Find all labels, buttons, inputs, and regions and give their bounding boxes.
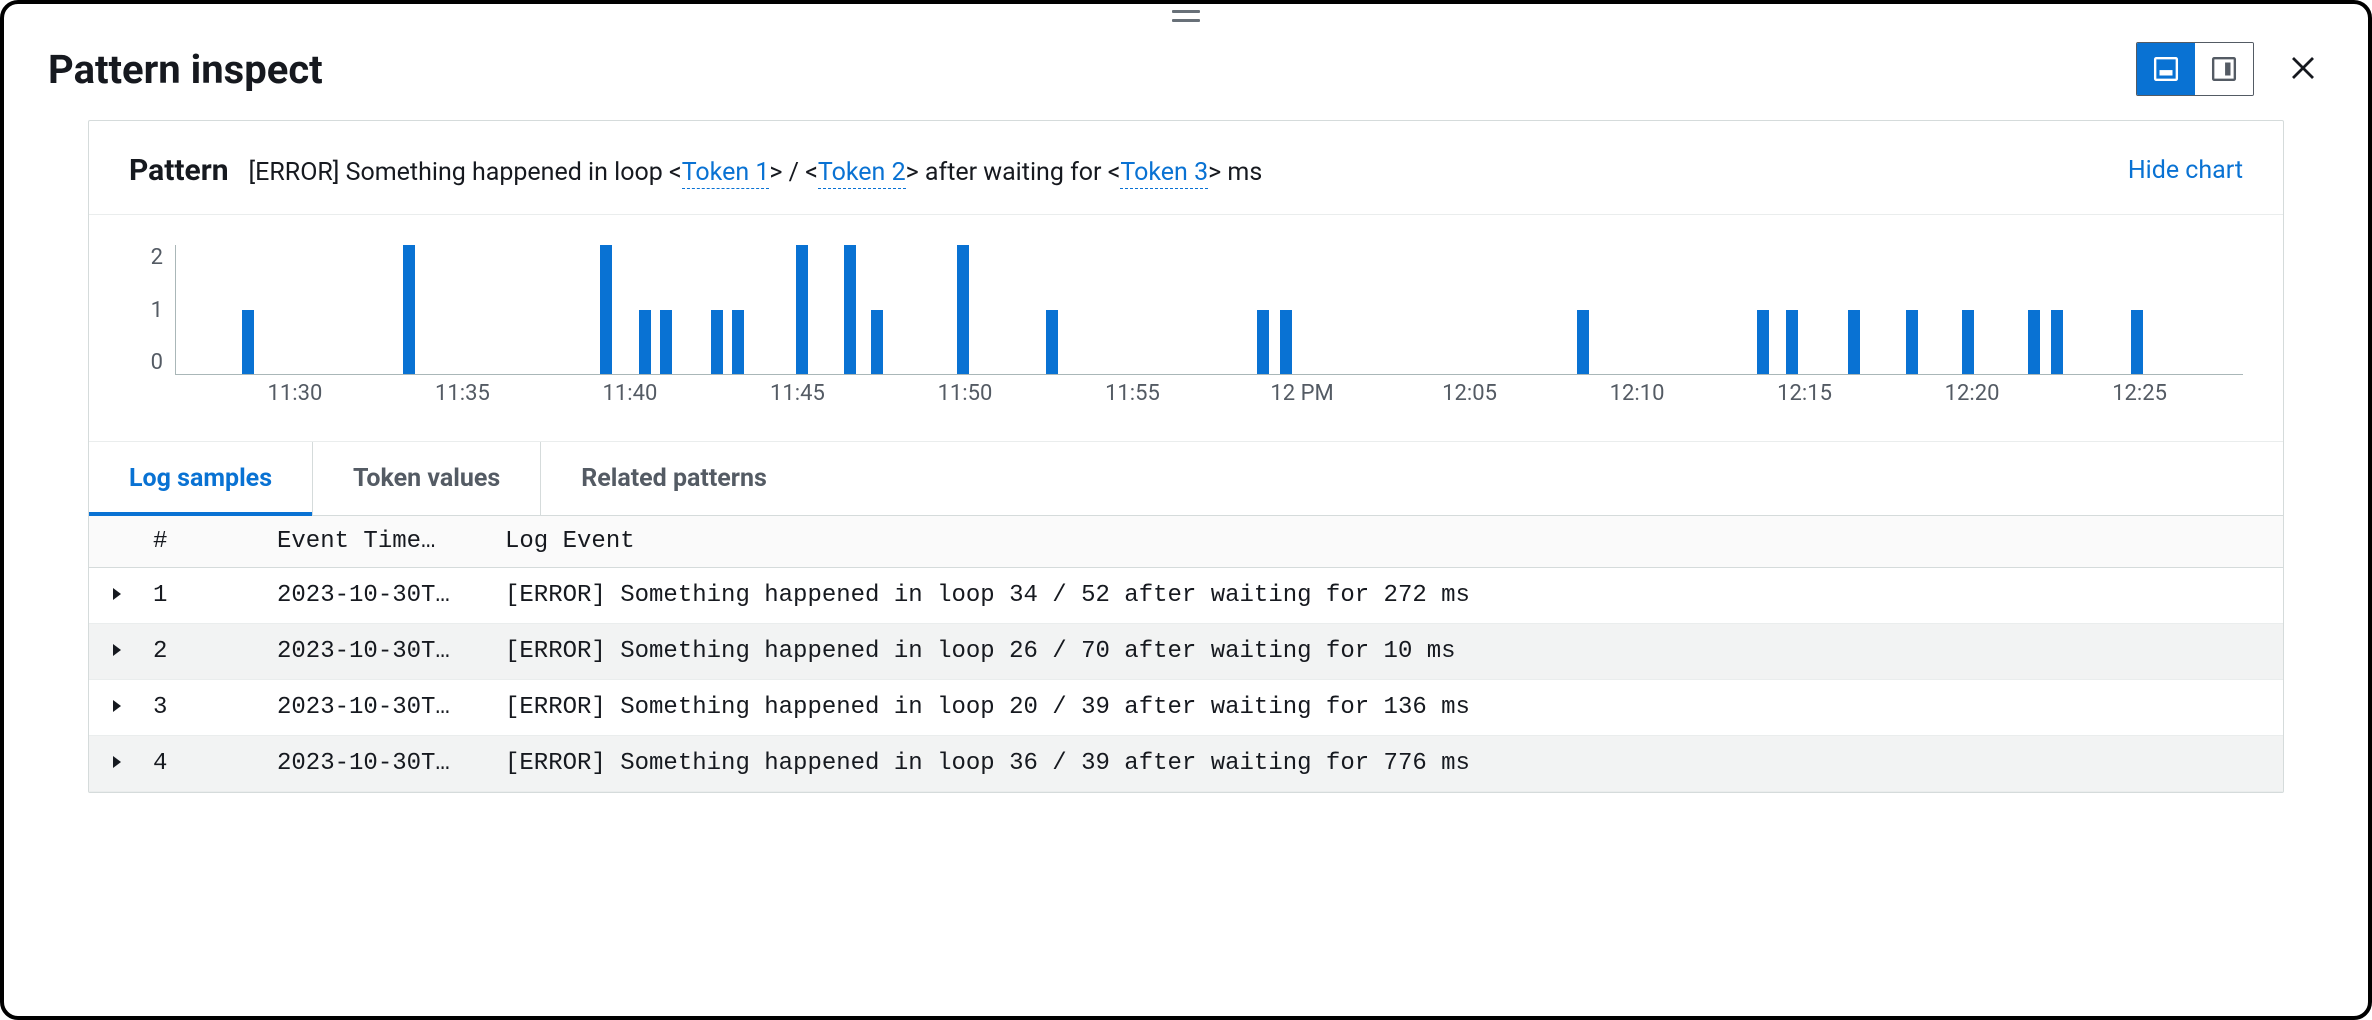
chart-bar[interactable] <box>732 310 744 375</box>
col-num-header[interactable]: # <box>153 528 277 555</box>
row-number: 1 <box>153 582 277 609</box>
view-toggle-group <box>2136 42 2254 96</box>
expand-toggle[interactable] <box>109 586 153 606</box>
chart-bar[interactable] <box>2028 310 2040 375</box>
chart-bar[interactable] <box>1757 310 1769 375</box>
chart-bar[interactable] <box>844 245 856 374</box>
x-tick: 11:55 <box>1105 381 1160 406</box>
row-number: 3 <box>153 694 277 721</box>
chart-bar[interactable] <box>1786 310 1798 375</box>
pattern-mid1: > / < <box>769 158 818 187</box>
table-header-row: # Event Time… Log Event <box>89 516 2283 568</box>
chart-bar[interactable] <box>871 310 883 375</box>
x-tick: 11:50 <box>938 381 993 406</box>
chart-bar[interactable] <box>403 245 415 374</box>
x-tick: 12:05 <box>1442 381 1497 406</box>
expand-toggle[interactable] <box>109 754 153 774</box>
chart-bar[interactable] <box>1046 310 1058 375</box>
row-event: [ERROR] Something happened in loop 26 / … <box>487 638 2263 665</box>
chart-bar[interactable] <box>660 310 672 375</box>
token-2-link[interactable]: Token 2 <box>818 158 906 189</box>
chart-bar[interactable] <box>2131 310 2143 375</box>
pattern-panel: Pattern [ERROR] Something happened in lo… <box>88 120 2284 793</box>
caret-right-icon <box>109 754 125 770</box>
chart-bar[interactable] <box>1257 310 1269 375</box>
x-tick: 11:30 <box>268 381 323 406</box>
chart-bar[interactable] <box>711 310 723 375</box>
pattern-summary: Pattern [ERROR] Something happened in lo… <box>129 153 1262 188</box>
row-number: 2 <box>153 638 277 665</box>
pattern-mid2: > after waiting for < <box>906 158 1121 187</box>
page-title: Pattern inspect <box>48 46 323 93</box>
pattern-summary-row: Pattern [ERROR] Something happened in lo… <box>89 121 2283 215</box>
header-actions <box>2136 42 2324 96</box>
chart-bar[interactable] <box>1906 310 1918 375</box>
drag-handle[interactable] <box>1172 10 1200 22</box>
caret-right-icon <box>109 586 125 602</box>
table-row[interactable]: 32023-10-30T…[ERROR] Something happened … <box>89 680 2283 736</box>
tabs: Log samplesToken valuesRelated patterns <box>89 442 2283 516</box>
row-number: 4 <box>153 750 277 777</box>
col-event-header[interactable]: Log Event <box>487 528 2263 555</box>
pattern-suffix: > ms <box>1208 158 1262 187</box>
y-tick: 1 <box>151 298 163 323</box>
table-row[interactable]: 42023-10-30T…[ERROR] Something happened … <box>89 736 2283 792</box>
chart-y-axis: 2 1 0 <box>129 245 175 375</box>
split-vertical-icon <box>2211 56 2237 82</box>
tab-log-samples[interactable]: Log samples <box>89 442 313 515</box>
chart-bar[interactable] <box>600 245 612 374</box>
x-tick: 11:35 <box>435 381 490 406</box>
expand-toggle[interactable] <box>109 642 153 662</box>
chart-x-axis: 11:30 11:35 11:40 11:45 11:50 11:55 12 PM 12:05… <box>175 381 2243 419</box>
caret-right-icon <box>109 642 125 658</box>
chart-area: 210 11:3011:3511:4011:4511:5011:5512 PM1… <box>89 215 2283 442</box>
x-tick: 12 PM <box>1270 381 1333 406</box>
pattern-label: Pattern <box>129 153 229 188</box>
y-tick: 0 <box>151 350 163 375</box>
pattern-prefix: [ERROR] Something happened in loop < <box>249 158 682 187</box>
row-event: [ERROR] Something happened in loop 20 / … <box>487 694 2263 721</box>
close-icon <box>2288 53 2318 83</box>
token-3-link[interactable]: Token 3 <box>1120 158 1208 189</box>
row-time: 2023-10-30T… <box>277 750 487 777</box>
expand-toggle[interactable] <box>109 698 153 718</box>
chart-bar[interactable] <box>1962 310 1974 375</box>
chart-bar[interactable] <box>1280 310 1292 375</box>
chart-bar[interactable] <box>957 245 969 374</box>
row-event: [ERROR] Something happened in loop 36 / … <box>487 750 2263 777</box>
chart-plot[interactable] <box>175 245 2243 375</box>
view-split-vertical-button[interactable] <box>2195 43 2253 95</box>
chart-bar[interactable] <box>1848 310 1860 375</box>
chart-bar[interactable] <box>2051 310 2063 375</box>
view-split-horizontal-button[interactable] <box>2137 43 2195 95</box>
table-row[interactable]: 22023-10-30T…[ERROR] Something happened … <box>89 624 2283 680</box>
caret-right-icon <box>109 698 125 714</box>
x-tick: 12:20 <box>1945 381 2000 406</box>
y-tick: 2 <box>151 245 163 270</box>
split-horizontal-icon <box>2153 56 2179 82</box>
table-body: 12023-10-30T…[ERROR] Something happened … <box>89 568 2283 792</box>
row-time: 2023-10-30T… <box>277 638 487 665</box>
row-time: 2023-10-30T… <box>277 694 487 721</box>
x-tick: 11:45 <box>770 381 825 406</box>
chart-bar[interactable] <box>796 245 808 374</box>
row-event: [ERROR] Something happened in loop 34 / … <box>487 582 2263 609</box>
close-button[interactable] <box>2282 47 2324 92</box>
x-tick: 12:10 <box>1610 381 1665 406</box>
chart-bar[interactable] <box>639 310 651 375</box>
hide-chart-link[interactable]: Hide chart <box>2128 156 2243 185</box>
tab-related-patterns[interactable]: Related patterns <box>541 442 807 515</box>
chart-bar[interactable] <box>242 310 254 375</box>
token-1-link[interactable]: Token 1 <box>682 158 770 189</box>
pattern-text: [ERROR] Something happened in loop <Toke… <box>249 158 1263 187</box>
chart-bar[interactable] <box>1577 310 1589 375</box>
x-tick: 12:15 <box>1777 381 1832 406</box>
row-time: 2023-10-30T… <box>277 582 487 609</box>
col-expand-header <box>109 528 153 555</box>
tab-token-values[interactable]: Token values <box>313 442 541 515</box>
x-tick: 11:40 <box>603 381 658 406</box>
col-time-header[interactable]: Event Time… <box>277 528 487 555</box>
table-row[interactable]: 12023-10-30T…[ERROR] Something happened … <box>89 568 2283 624</box>
x-tick: 12:25 <box>2112 381 2167 406</box>
